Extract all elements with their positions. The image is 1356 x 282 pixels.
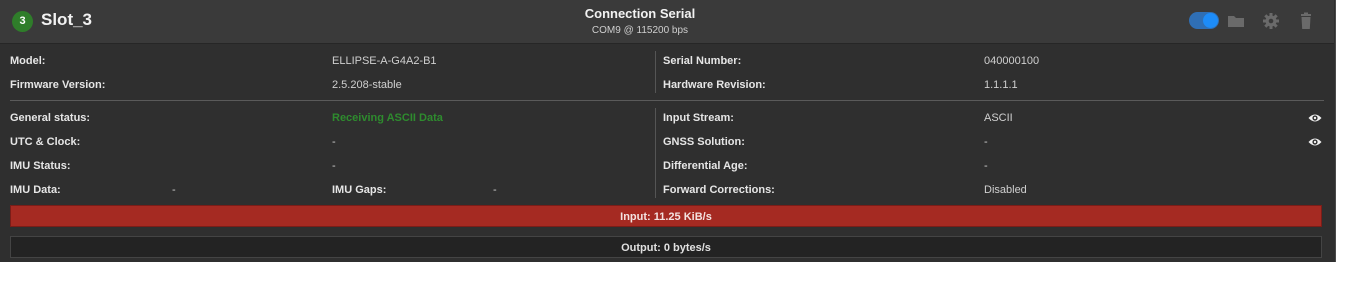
info-divider xyxy=(655,51,656,93)
utc-clock-value: - xyxy=(332,136,336,148)
hardware-label: Hardware Revision: xyxy=(663,79,766,91)
gear-icon[interactable] xyxy=(1262,12,1280,30)
toggle-knob xyxy=(1203,13,1218,28)
trash-icon[interactable] xyxy=(1297,12,1315,30)
imu-status-value: - xyxy=(332,160,336,172)
firmware-label: Firmware Version: xyxy=(10,79,106,91)
section-divider xyxy=(10,100,1324,101)
folder-icon[interactable] xyxy=(1227,12,1245,30)
forward-corrections-value: Disabled xyxy=(984,184,1027,196)
status-divider xyxy=(655,108,656,198)
gnss-solution-label: GNSS Solution: xyxy=(663,136,745,148)
slot-header: 3 Slot_3 Connection Serial COM9 @ 115200… xyxy=(0,0,1334,44)
connection-title: Connection Serial xyxy=(584,6,696,21)
differential-age-label: Differential Age: xyxy=(663,160,748,172)
slot-name: Slot_3 xyxy=(41,10,93,29)
slot-number-badge: 3 xyxy=(12,11,33,32)
model-label: Model: xyxy=(10,55,46,67)
input-stream-value: ASCII xyxy=(984,112,1013,124)
slot-panel: 3 Slot_3 Connection Serial COM9 @ 115200… xyxy=(0,0,1336,262)
imu-data-value: - xyxy=(172,184,176,196)
general-status-label: General status: xyxy=(10,112,91,124)
hardware-value: 1.1.1.1 xyxy=(984,79,1018,91)
output-throughput-bar: Output: 0 bytes/s xyxy=(10,236,1322,258)
serial-value: 040000100 xyxy=(984,55,1040,67)
enable-toggle[interactable] xyxy=(1189,12,1219,29)
model-value: ELLIPSE-A-G4A2-B1 xyxy=(332,55,437,67)
differential-age-value: - xyxy=(984,160,988,172)
input-throughput-bar: Input: 11.25 KiB/s xyxy=(10,205,1322,227)
imu-gaps-label: IMU Gaps: xyxy=(332,184,387,196)
forward-corrections-label: Forward Corrections: xyxy=(663,184,775,196)
gnss-solution-eye-icon[interactable] xyxy=(1308,136,1322,148)
connection-subtitle: COM9 @ 115200 bps xyxy=(591,25,689,36)
imu-gaps-value: - xyxy=(493,184,497,196)
imu-status-label: IMU Status: xyxy=(10,160,71,172)
general-status-value: Receiving ASCII Data xyxy=(332,112,443,124)
serial-label: Serial Number: xyxy=(663,55,742,67)
imu-data-label: IMU Data: xyxy=(10,184,61,196)
utc-clock-label: UTC & Clock: xyxy=(10,136,81,148)
input-stream-eye-icon[interactable] xyxy=(1308,112,1322,124)
input-stream-label: Input Stream: xyxy=(663,112,734,124)
firmware-value: 2.5.208-stable xyxy=(332,79,402,91)
gnss-solution-value: - xyxy=(984,136,988,148)
